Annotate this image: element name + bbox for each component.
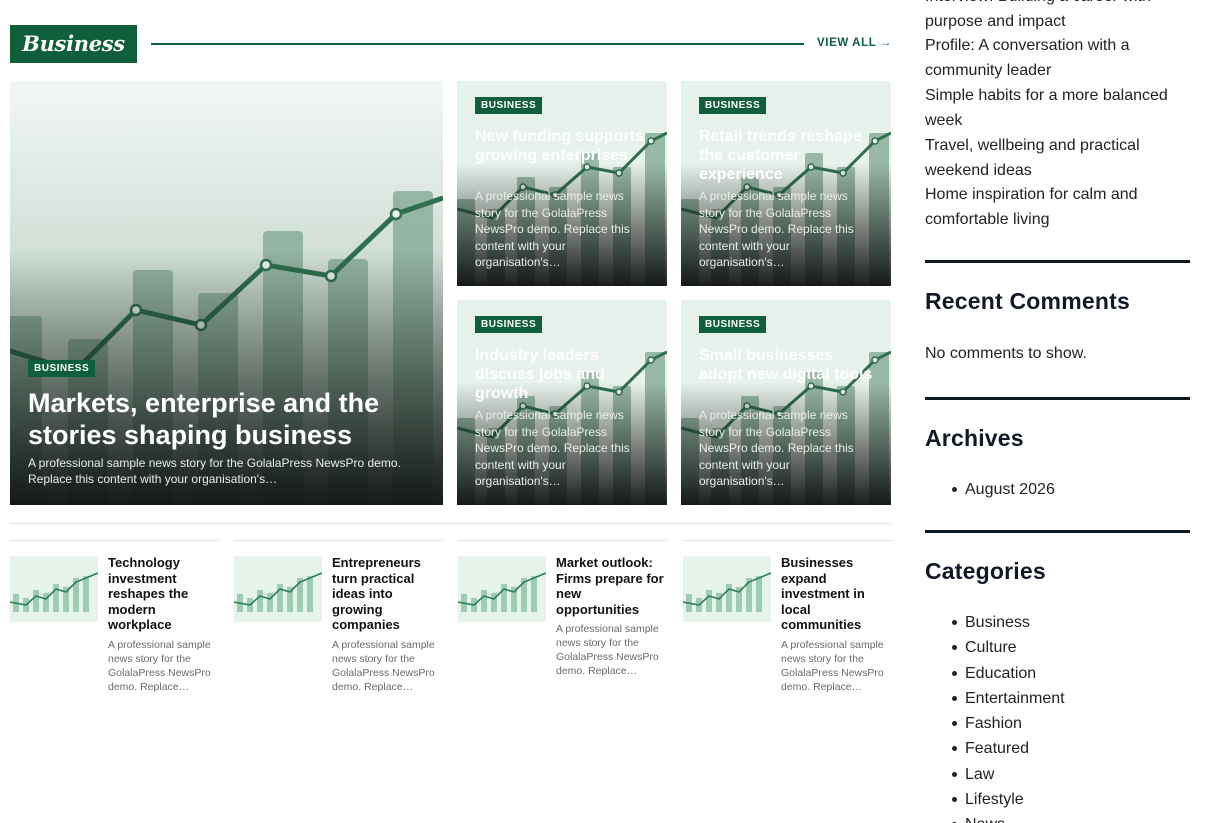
thumbnail[interactable] xyxy=(10,556,98,622)
category-link[interactable]: Culture xyxy=(950,635,1065,660)
section-header: Business VIEW ALL → xyxy=(10,25,892,63)
no-comments-text: No comments to show. xyxy=(925,345,1087,362)
category-link[interactable]: Fashion xyxy=(950,711,1065,736)
category-badge[interactable]: BUSINESS xyxy=(475,97,543,114)
category-badge[interactable]: BUSINESS xyxy=(699,316,767,333)
grid-card[interactable]: BUSINESS Small businesses adopt new digi… xyxy=(681,300,891,505)
widget-divider xyxy=(925,530,1190,533)
thumbnail[interactable] xyxy=(458,556,546,622)
hero-card[interactable]: BUSINESS Markets, enterprise and the sto… xyxy=(10,81,443,505)
archives-list: August 2026 xyxy=(950,477,1055,502)
card-excerpt: A professional sample news story for the… xyxy=(475,408,630,488)
list-item[interactable]: Technology investment reshapes the moder… xyxy=(10,540,219,700)
category-link[interactable]: Business xyxy=(950,610,1065,635)
category-link[interactable]: Law xyxy=(950,762,1065,787)
category-badge[interactable]: BUSINESS xyxy=(28,360,96,377)
grid-card[interactable]: BUSINESS New funding supports growing en… xyxy=(457,81,667,286)
card-title[interactable]: Small businesses adopt new digital tools xyxy=(699,346,879,384)
list-item-title[interactable]: Market outlook: Firms prepare for new op… xyxy=(556,555,667,617)
card-title[interactable]: New funding supports growing enterprises xyxy=(475,127,655,165)
card-excerpt: A professional sample news story for the… xyxy=(699,408,854,488)
archive-link[interactable]: August 2026 xyxy=(950,477,1055,502)
categories-list: Business Culture Education Entertainment… xyxy=(950,610,1065,823)
list-item-excerpt: A professional sample news story for the… xyxy=(332,639,435,693)
hero-title[interactable]: Markets, enterprise and the stories shap… xyxy=(28,387,428,451)
category-link[interactable]: News xyxy=(950,812,1065,823)
growth-chart-icon xyxy=(683,556,771,622)
recent-post-link[interactable]: Simple habits for a more balanced week xyxy=(925,83,1185,133)
categories-heading: Categories xyxy=(925,558,1046,584)
list-item-title[interactable]: Businesses expand investment in local co… xyxy=(781,555,892,633)
list-item[interactable]: Businesses expand investment in local co… xyxy=(683,540,892,700)
card-title[interactable]: Retail trends reshape the customer exper… xyxy=(699,127,879,184)
card-excerpt: A professional sample news story for the… xyxy=(699,189,854,269)
category-badge[interactable]: BUSINESS xyxy=(475,316,543,333)
category-link[interactable]: Entertainment xyxy=(950,686,1065,711)
recent-post-link[interactable]: Interview: Building a career with purpos… xyxy=(925,0,1185,34)
recent-post-link[interactable]: Home inspiration for calm and comfortabl… xyxy=(925,182,1185,232)
recent-post-link[interactable]: Profile: A conversation with a community… xyxy=(925,33,1185,83)
widget-divider xyxy=(925,397,1190,400)
list-item[interactable]: Entrepreneurs turn practical ideas into … xyxy=(234,540,443,700)
grid-card[interactable]: BUSINESS Industry leaders discuss jobs a… xyxy=(457,300,667,505)
view-all-link[interactable]: VIEW ALL → xyxy=(817,37,892,49)
thumbnail[interactable] xyxy=(683,556,771,622)
growth-chart-icon xyxy=(234,556,322,622)
recent-post-link[interactable]: Travel, wellbeing and practical weekend … xyxy=(925,133,1185,183)
section-title: Business xyxy=(10,25,137,63)
growth-chart-icon xyxy=(10,556,98,622)
thumbnail[interactable] xyxy=(234,556,322,622)
category-link[interactable]: Lifestyle xyxy=(950,787,1065,812)
grid-card[interactable]: BUSINESS Retail trends reshape the custo… xyxy=(681,81,891,286)
list-item-title[interactable]: Technology investment reshapes the moder… xyxy=(108,555,219,633)
card-excerpt: A professional sample news story for the… xyxy=(475,189,630,269)
recent-comments-heading: Recent Comments xyxy=(925,288,1130,314)
hero-excerpt: A professional sample news story for the… xyxy=(28,456,401,486)
archives-heading: Archives xyxy=(925,425,1024,451)
category-link[interactable]: Education xyxy=(950,661,1065,686)
list-item[interactable]: Market outlook: Firms prepare for new op… xyxy=(458,540,667,700)
category-badge[interactable]: BUSINESS xyxy=(699,97,767,114)
widget-divider xyxy=(925,260,1190,263)
list-item-excerpt: A professional sample news story for the… xyxy=(781,639,884,693)
category-link[interactable]: Featured xyxy=(950,736,1065,761)
growth-chart-icon xyxy=(458,556,546,622)
card-title[interactable]: Industry leaders discuss jobs and growth xyxy=(475,346,655,403)
list-item-title[interactable]: Entrepreneurs turn practical ideas into … xyxy=(332,555,443,633)
section-divider xyxy=(10,523,891,524)
section-rule xyxy=(151,43,804,45)
list-item-excerpt: A professional sample news story for the… xyxy=(556,623,659,677)
list-item-excerpt: A professional sample news story for the… xyxy=(108,639,211,693)
